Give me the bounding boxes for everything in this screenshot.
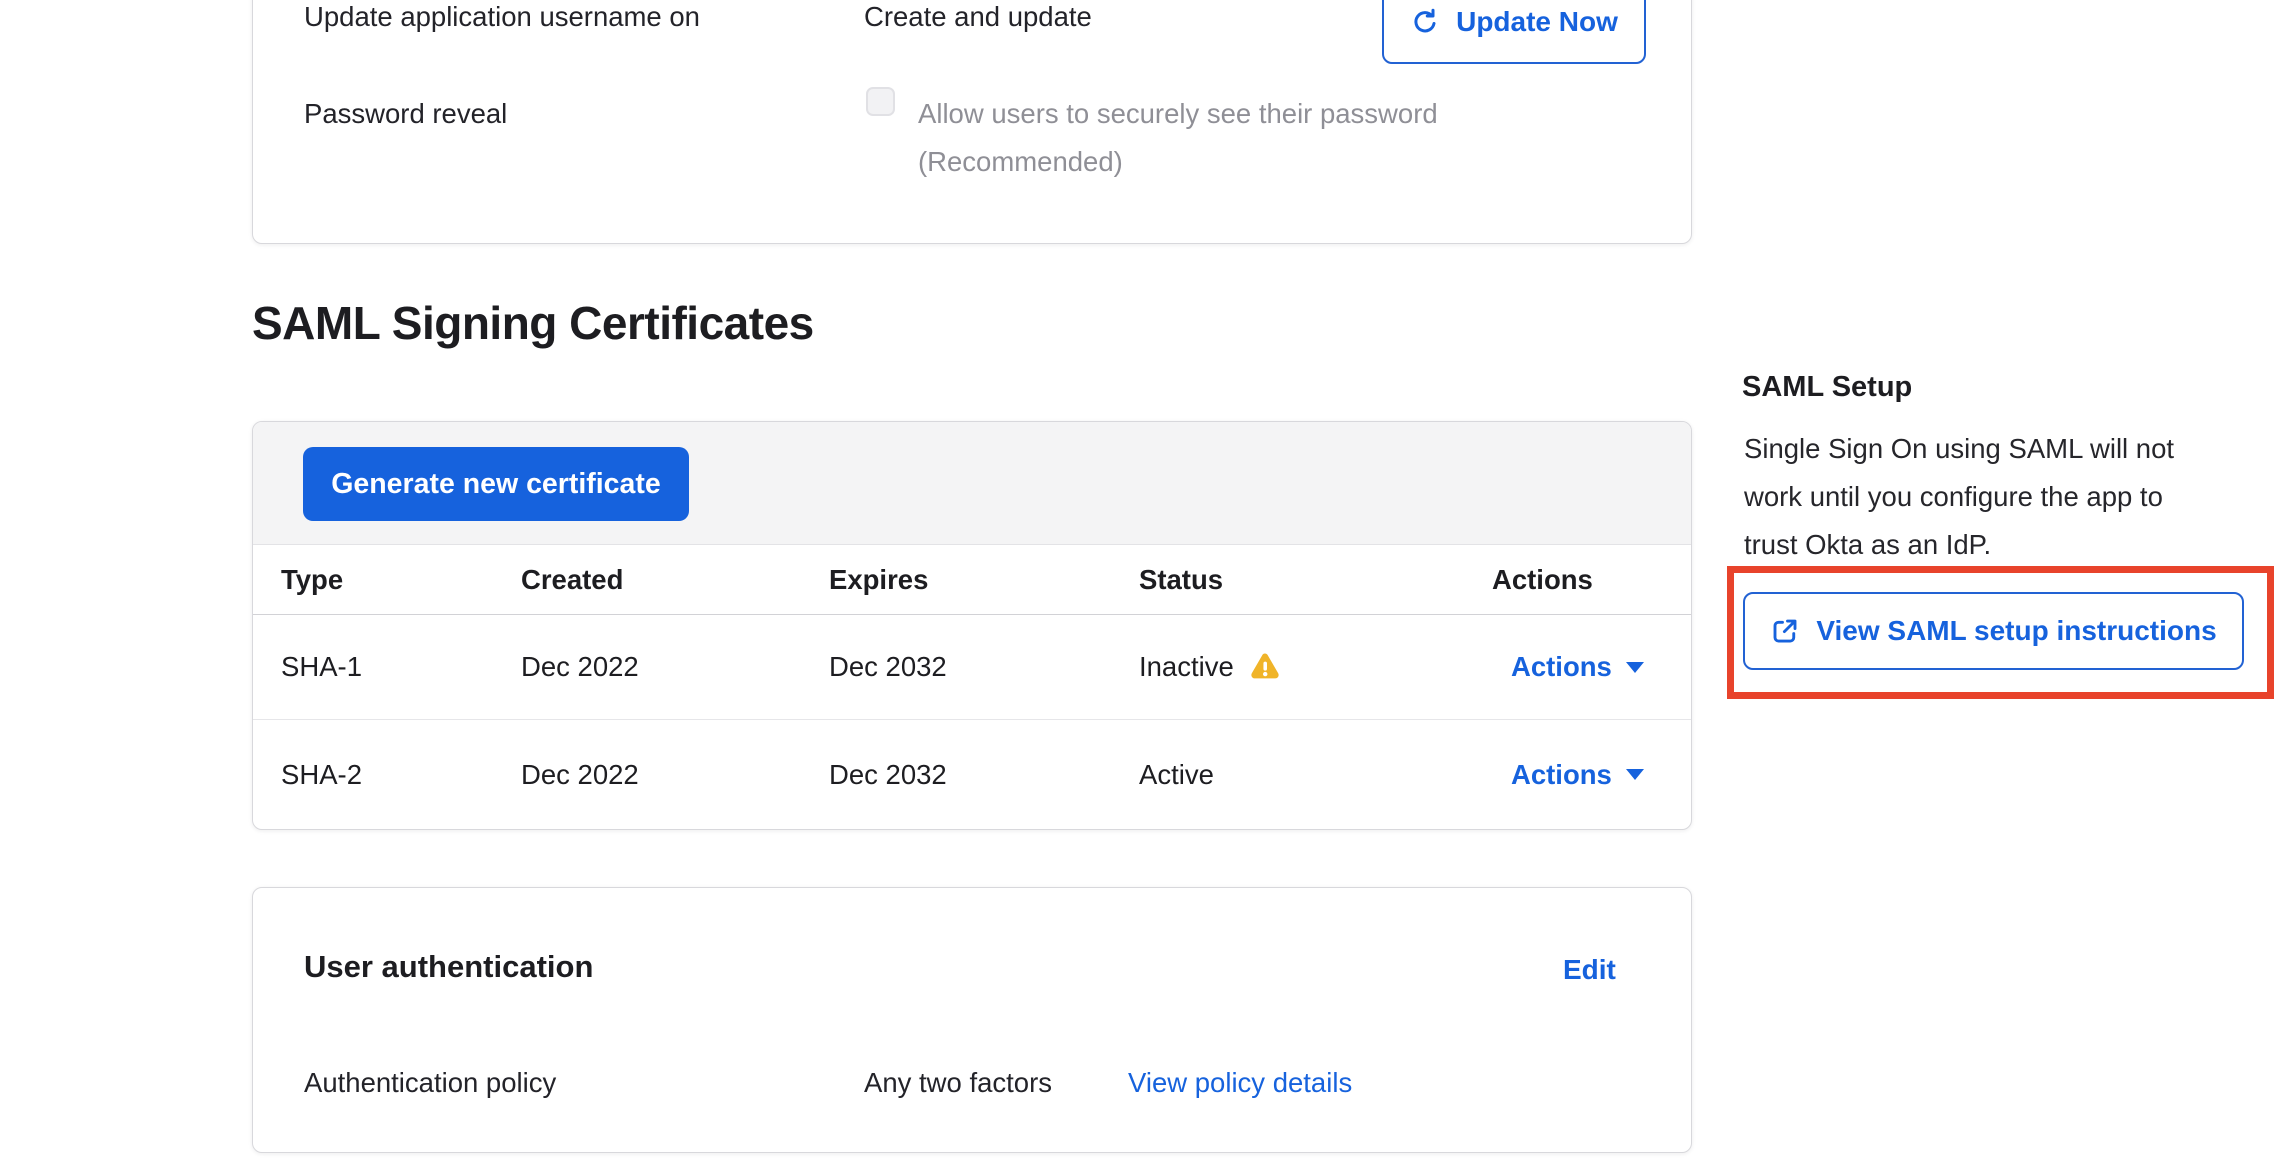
update-now-button[interactable]: Update Now (1382, 0, 1646, 64)
edit-link[interactable]: Edit (1563, 953, 1616, 987)
generate-certificate-button[interactable]: Generate new certificate (303, 447, 689, 521)
col-header-created: Created (493, 545, 801, 614)
authentication-policy-label: Authentication policy (304, 1066, 556, 1100)
password-reveal-recommended-note: (Recommended) (918, 145, 1123, 179)
password-reveal-checkbox[interactable] (866, 87, 895, 116)
col-header-expires: Expires (801, 545, 1111, 614)
password-reveal-label: Password reveal (304, 97, 507, 131)
cell-actions: Actions (1464, 720, 1691, 829)
description-line: work until you configure the app to (1744, 473, 2174, 521)
saml-certificates-section-title: SAML Signing Certificates (252, 296, 814, 350)
warning-icon (1248, 650, 1282, 684)
cell-status: Inactive (1111, 615, 1464, 719)
actions-dropdown-sha1[interactable]: Actions (1511, 650, 1612, 684)
saml-instructions-label: View SAML setup instructions (1816, 615, 2216, 647)
cell-expires: Dec 2032 (801, 615, 1111, 719)
cell-type: SHA-1 (253, 615, 493, 719)
update-now-label: Update Now (1456, 6, 1618, 38)
saml-setup-title: SAML Setup (1742, 371, 1912, 404)
password-reveal-checkbox-text: Allow users to securely see their passwo… (918, 97, 1438, 131)
certificates-toolbar: Generate new certificate (253, 422, 1691, 545)
col-header-actions: Actions (1464, 545, 1691, 614)
user-authentication-card (252, 887, 1692, 1153)
actions-dropdown-sha2[interactable]: Actions (1511, 758, 1612, 792)
cell-expires: Dec 2032 (801, 720, 1111, 829)
view-saml-setup-instructions-button[interactable]: View SAML setup instructions (1743, 592, 2244, 670)
page: Update application username on Create an… (0, 0, 2279, 1158)
certificate-row-sha2: SHA-2 Dec 2022 Dec 2032 Active Actions (253, 720, 1691, 829)
refresh-icon (1410, 7, 1440, 37)
view-policy-details-link[interactable]: View policy details (1128, 1066, 1352, 1100)
cell-created: Dec 2022 (493, 720, 801, 829)
saml-setup-description: Single Sign On using SAML will not work … (1744, 425, 2174, 569)
chevron-down-icon (1626, 769, 1644, 780)
cell-type: SHA-2 (253, 720, 493, 829)
col-header-type: Type (253, 545, 493, 614)
username-update-value: Create and update (864, 0, 1092, 34)
status-text: Active (1139, 759, 1214, 791)
certificate-row-sha1: SHA-1 Dec 2022 Dec 2032 Inactive Actions (253, 615, 1691, 720)
certificates-table-header: Type Created Expires Status Actions (253, 545, 1691, 615)
status-text: Inactive (1139, 651, 1234, 683)
col-header-status: Status (1111, 545, 1464, 614)
cell-created: Dec 2022 (493, 615, 801, 719)
description-line: Single Sign On using SAML will not (1744, 425, 2174, 473)
certificates-card: Generate new certificate Type Created Ex… (252, 421, 1692, 830)
user-authentication-title: User authentication (304, 949, 593, 985)
chevron-down-icon (1626, 662, 1644, 673)
cell-status: Active (1111, 720, 1464, 829)
cell-actions: Actions (1464, 615, 1691, 719)
external-link-icon (1770, 616, 1800, 646)
authentication-policy-value: Any two factors (864, 1066, 1052, 1100)
username-update-label: Update application username on (304, 0, 700, 34)
description-line: trust Okta as an IdP. (1744, 521, 2174, 569)
